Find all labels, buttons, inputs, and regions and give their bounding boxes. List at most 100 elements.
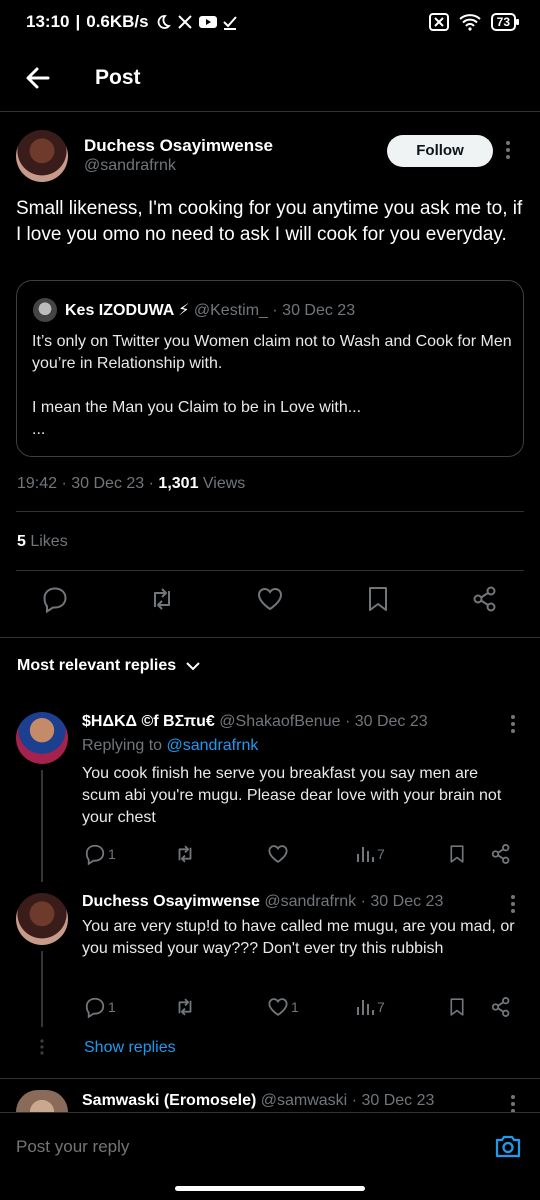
reply-icon [85, 997, 105, 1018]
follow-button[interactable]: Follow [387, 135, 493, 167]
wifi-icon [458, 14, 481, 31]
reply-views-button[interactable]: 7 [355, 997, 385, 1017]
stats-divider [16, 570, 524, 571]
reply-bookmark-button[interactable] [447, 996, 467, 1018]
reply-divider [0, 1078, 540, 1079]
reply-author-name[interactable]: Duchess Osayimwense [82, 893, 260, 910]
tweet-action-bar [0, 585, 540, 623]
author-handle[interactable]: @sandrafrnk [84, 157, 176, 175]
download-check-icon [222, 16, 237, 30]
like-icon[interactable] [256, 585, 284, 613]
network-speed: 0.6KB/s [86, 12, 149, 31]
replies-sort-label: Most relevant replies [17, 657, 177, 674]
reply-input[interactable] [16, 1137, 456, 1157]
reply-repost-button[interactable] [174, 996, 196, 1018]
page-title: Post [95, 66, 141, 89]
likes-label: Likes [25, 533, 68, 550]
quote-author-handle: @Kestim_ [193, 302, 268, 319]
views-icon [357, 847, 374, 862]
back-button[interactable] [22, 62, 54, 94]
actions-divider [0, 637, 540, 638]
reply-text: You cook finish he serve you breakfast y… [82, 765, 502, 826]
reply-reply-button[interactable]: 1 [84, 843, 116, 865]
reply-repost-button[interactable] [174, 843, 196, 865]
quoted-tweet[interactable]: Kes IZODUWA ⚡ @Kestim_ · 30 Dec 23 It’s … [16, 280, 524, 457]
battery-level: 73 [496, 15, 510, 29]
repost-icon[interactable] [148, 585, 176, 613]
chevron-down-icon [186, 662, 200, 671]
reply-header: $HΔKΔ ©f BΣπu€ @ShakaofBenue · 30 Dec 23 [82, 713, 428, 731]
views-icon [357, 1000, 374, 1015]
more-options-icon[interactable] [505, 140, 511, 160]
reply-icon[interactable] [41, 585, 69, 613]
reply-more-options-icon[interactable] [510, 714, 516, 734]
replying-to-prefix: Replying to [82, 737, 167, 754]
reply-like-button[interactable] [267, 843, 291, 865]
reply-bookmark-button[interactable] [447, 843, 467, 865]
x-logo-icon [177, 15, 192, 29]
tweet-meta: 19:42 · 30 Dec 23 · 1,301 Views [17, 475, 245, 493]
reply-reply-button[interactable]: 1 [84, 996, 116, 1018]
quote-author-avatar [33, 298, 57, 322]
repost-icon [178, 845, 192, 863]
home-indicator[interactable] [175, 1186, 365, 1191]
reply-composer [0, 1112, 540, 1182]
thread-line [41, 951, 43, 1027]
reply-author-handle[interactable]: @samwaski [261, 1092, 347, 1109]
repost-icon [178, 998, 192, 1016]
share-icon [491, 844, 510, 864]
like-icon [268, 998, 288, 1016]
moon-icon [157, 15, 171, 29]
reply-count: 1 [108, 846, 116, 862]
reply-more-options-icon[interactable] [510, 894, 516, 914]
reply-avatar[interactable] [16, 712, 68, 764]
share-icon[interactable] [471, 585, 499, 613]
reply-avatar[interactable] [16, 893, 68, 945]
reply-header: Duchess Osayimwense @sandrafrnk · 30 Dec… [82, 893, 443, 911]
quote-date: · 30 Dec 23 [272, 302, 356, 319]
like-count: 1 [291, 999, 299, 1015]
replies-sort-dropdown[interactable]: Most relevant replies [17, 657, 200, 675]
reply-like-button[interactable]: 1 [267, 996, 299, 1018]
reply-icon [85, 844, 105, 865]
quote-author-name: Kes IZODUWA ⚡ [65, 302, 190, 319]
thread-dots-icon [38, 1039, 46, 1055]
reply-author-handle[interactable]: @ShakaofBenue [219, 713, 340, 730]
show-replies-link[interactable]: Show replies [84, 1039, 176, 1057]
youtube-icon [198, 16, 217, 28]
battery-icon: 73 [490, 13, 520, 31]
bookmark-icon [450, 998, 464, 1016]
reply-author-name[interactable]: Samwaski (Eromosele) [82, 1092, 256, 1109]
author-avatar[interactable] [16, 130, 68, 182]
share-icon [491, 997, 510, 1017]
reply-author-handle[interactable]: @sandrafrnk [264, 893, 356, 910]
arrow-left-icon [26, 67, 50, 89]
view-count: 7 [377, 999, 385, 1015]
status-bar: 13:10 | 0.6KB/s 73 [0, 0, 540, 50]
likes-stat[interactable]: 5 Likes [17, 533, 68, 551]
reply-share-button[interactable] [490, 843, 512, 865]
likes-count: 5 [17, 533, 26, 550]
views-label: Views [198, 475, 246, 492]
bookmark-icon [450, 845, 464, 863]
replying-to: Replying to @sandrafrnk [82, 737, 258, 755]
status-time: 13:10 [26, 12, 70, 31]
replying-to-link[interactable]: @sandrafrnk [167, 737, 259, 754]
meta-divider [16, 511, 524, 512]
camera-icon[interactable] [494, 1133, 522, 1159]
quote-text: It’s only on Twitter you Women claim not… [32, 333, 512, 438]
bookmark-icon[interactable] [364, 585, 392, 613]
reply-date: · 30 Dec 23 [351, 1092, 435, 1109]
reply-text: You are very stup!d to have called me mu… [82, 918, 515, 957]
reply-author-name[interactable]: $HΔKΔ ©f BΣπu€ [82, 713, 215, 730]
reply-share-button[interactable] [490, 996, 512, 1018]
tweet-time: 19:42 · 30 Dec 23 · [17, 475, 159, 492]
reply-views-button[interactable]: 7 [355, 844, 385, 864]
view-count: 7 [377, 846, 385, 862]
reply-avatar[interactable] [16, 1090, 68, 1112]
thread-line [41, 770, 43, 882]
reply-count: 1 [108, 999, 116, 1015]
author-name[interactable]: Duchess Osayimwense [84, 136, 273, 156]
reply-more-options-icon[interactable] [510, 1094, 516, 1112]
reply-date: · 30 Dec 23 [344, 713, 428, 730]
